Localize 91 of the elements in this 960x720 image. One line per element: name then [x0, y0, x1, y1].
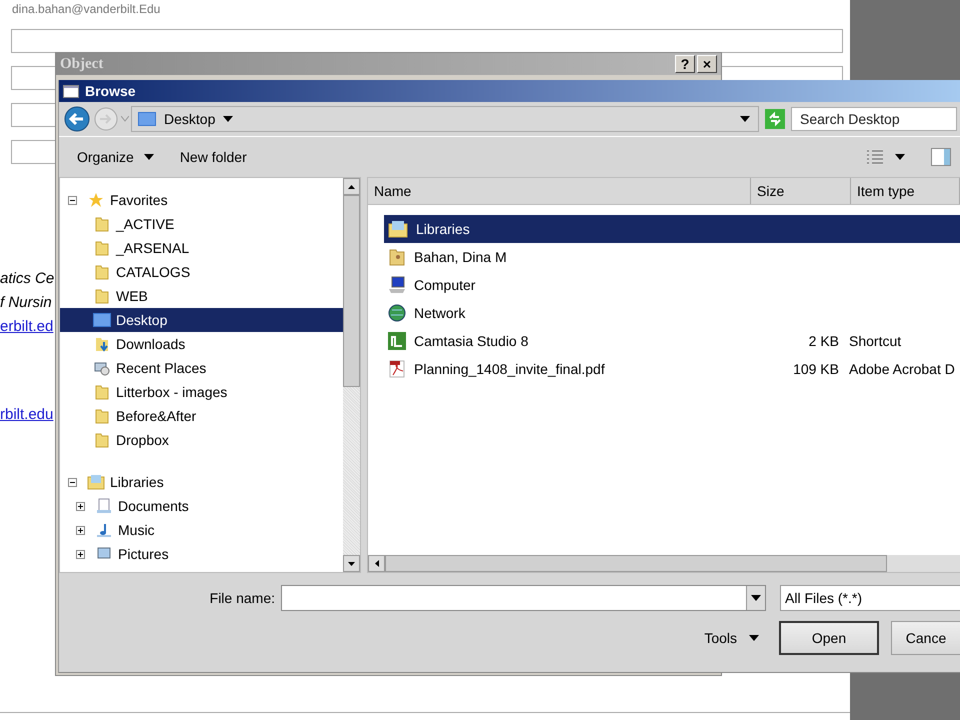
open-button[interactable]: Open — [779, 621, 879, 655]
caret-icon — [223, 116, 234, 122]
tree-item[interactable]: Recent Places — [60, 356, 343, 380]
folder-icon — [94, 432, 110, 448]
folder-icon — [94, 384, 110, 400]
desktop-icon — [93, 313, 111, 327]
scroll-up-icon[interactable] — [348, 184, 355, 188]
address-bar[interactable]: Desktop — [131, 106, 759, 132]
computer-icon — [388, 276, 406, 294]
cancel-button[interactable]: Cance — [891, 621, 960, 655]
view-list-icon[interactable] — [865, 148, 885, 166]
file-name: Camtasia Studio 8 — [414, 333, 528, 349]
caret-icon — [740, 116, 750, 122]
back-icon[interactable] — [63, 105, 91, 133]
user-folder-icon — [388, 248, 406, 266]
close-button[interactable]: × — [697, 55, 717, 73]
folder-icon — [94, 288, 110, 304]
tree-item[interactable]: Libraries — [60, 470, 343, 494]
refresh-icon[interactable] — [765, 109, 785, 129]
folder-icon — [94, 240, 110, 256]
caret-icon — [144, 154, 154, 160]
tree-item[interactable]: Music — [60, 518, 343, 542]
tree-item[interactable]: Dropbox — [60, 428, 343, 452]
preview-pane-icon[interactable] — [931, 148, 951, 166]
scrollbar[interactable] — [368, 555, 960, 572]
tree-item[interactable]: _ARSENAL — [60, 236, 343, 260]
help-button[interactable]: ? — [675, 55, 695, 73]
file-name: Libraries — [416, 221, 470, 237]
app-icon — [388, 332, 406, 350]
file-name-field[interactable] — [281, 585, 766, 611]
music-icon — [96, 522, 112, 538]
caret-icon — [751, 595, 761, 601]
tree-item[interactable]: CATALOGS — [60, 260, 343, 284]
tree-item[interactable]: Documents — [60, 494, 343, 518]
file-type: Shortcut — [849, 333, 902, 349]
scrollbar[interactable] — [343, 178, 360, 572]
file-name: Network — [414, 305, 466, 321]
file-size: 109 KB — [792, 361, 840, 377]
file-row[interactable]: Bahan, Dina M — [384, 243, 960, 271]
body-text: atics Ce — [0, 269, 54, 289]
file-size: 2 KB — [808, 333, 840, 349]
window-icon — [63, 84, 79, 98]
dialog-title: Object — [60, 56, 104, 72]
email-text: dina.bahan@vanderbilt.Edu — [11, 2, 160, 16]
scroll-left-icon[interactable] — [374, 560, 378, 567]
file-name: Computer — [414, 277, 476, 293]
library-icon — [388, 220, 408, 238]
tools-button[interactable]: Tools — [698, 629, 765, 647]
tree-item[interactable]: Downloads — [60, 332, 343, 356]
caret-icon[interactable] — [895, 154, 905, 160]
file-name-label: File name: — [208, 590, 275, 606]
caret-icon — [749, 635, 759, 641]
file-type-dropdown[interactable]: All Files (*.*) — [780, 585, 960, 611]
tree-item[interactable]: Pictures — [60, 542, 343, 566]
folder-icon — [94, 264, 110, 280]
tree-item[interactable]: Before&After — [60, 404, 343, 428]
file-name: Bahan, Dina M — [414, 249, 507, 265]
globe-icon — [388, 304, 406, 322]
file-row[interactable]: Computer — [384, 271, 960, 299]
recent-places-icon — [94, 360, 110, 376]
download-folder-icon — [94, 336, 110, 352]
file-type: Adobe Acrobat D — [849, 361, 956, 377]
desktop-icon — [138, 112, 156, 126]
tree-item[interactable]: Litterbox - images — [60, 380, 343, 404]
column-header[interactable]: Item type — [851, 178, 960, 204]
pdf-icon — [388, 360, 406, 378]
file-row[interactable]: Network — [384, 299, 960, 327]
documents-icon — [96, 498, 112, 514]
library-icon — [87, 474, 105, 490]
input-field[interactable] — [11, 29, 843, 53]
folder-icon — [94, 216, 110, 232]
folder-icon — [94, 408, 110, 424]
file-row[interactable]: Planning_1408_invite_final.pdf 109 KB Adobe Acrobat D — [384, 355, 960, 383]
scroll-down-icon[interactable] — [348, 562, 355, 566]
email-link[interactable]: erbilt.ed — [0, 315, 54, 339]
file-row[interactable]: Camtasia Studio 8 2 KB Shortcut — [384, 327, 960, 355]
tree-item[interactable]: _ACTIVE — [60, 212, 343, 236]
tree-item[interactable]: Favorites — [60, 188, 343, 212]
column-header[interactable]: Size — [751, 178, 851, 204]
column-header[interactable]: Name — [368, 178, 751, 204]
organize-button[interactable]: Organize — [69, 145, 162, 169]
file-row[interactable]: Libraries — [384, 215, 960, 243]
star-icon — [88, 192, 104, 208]
body-text: f Nursin — [0, 293, 52, 313]
dialog-title: Browse — [85, 83, 136, 99]
tree-item[interactable]: Desktop — [60, 308, 343, 332]
search-field[interactable]: Search Desktop — [791, 107, 957, 131]
new-folder-button[interactable]: New folder — [172, 145, 255, 169]
file-name: Planning_1408_invite_final.pdf — [414, 361, 605, 377]
tree-item[interactable]: WEB — [60, 284, 343, 308]
email-link[interactable]: rbilt.edu — [0, 403, 54, 427]
